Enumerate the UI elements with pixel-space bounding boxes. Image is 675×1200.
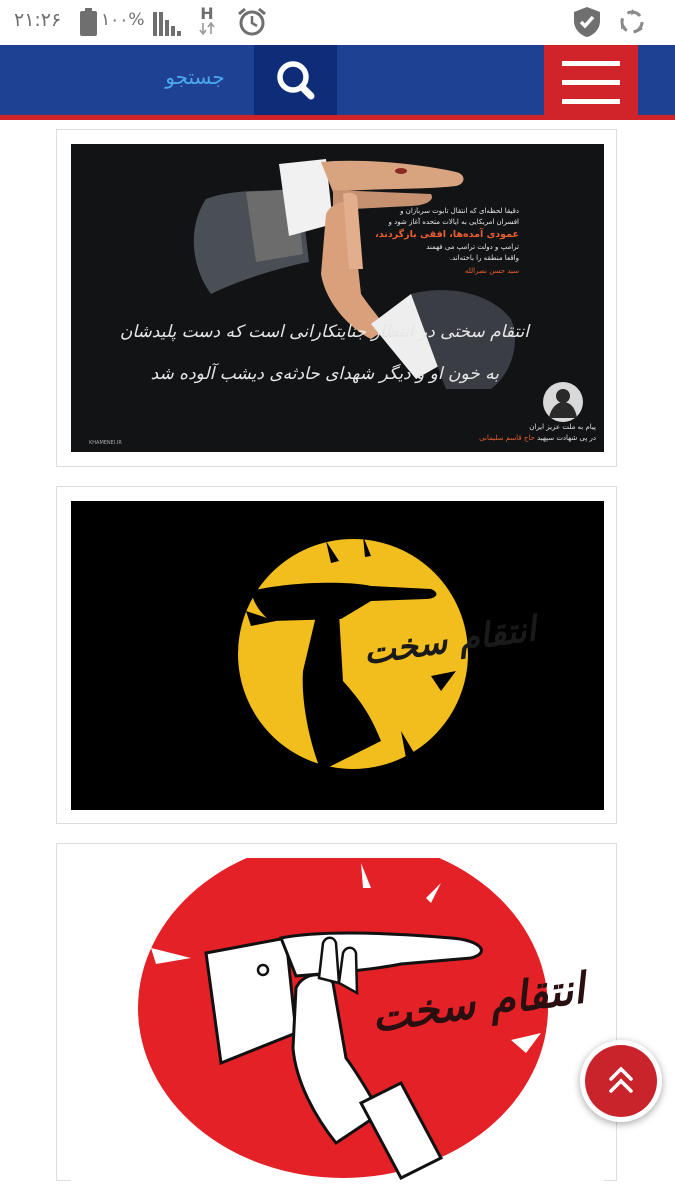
search-icon [277, 61, 315, 100]
poster-handwriting-line: به خون او و دیگر شهدای حادثه‌ی دیشب آلود… [150, 364, 499, 384]
alarm-icon [238, 7, 266, 36]
poster-image-3: انتقام سخت [71, 858, 604, 1182]
poster-image-2: انتقام سخت [71, 501, 604, 810]
poster-caption-line: پیام به ملت عزیز ایران [529, 423, 596, 431]
poster-text-line: واقعا منطقه را باخته‌اند. [449, 254, 519, 262]
poster-caption-line-2: در پی شهادت سپهبد حاج قاسم سلیمانی [479, 434, 596, 442]
poster-caption-name: حاج قاسم سلیمانی [479, 434, 535, 442]
status-time: ۲۱:۲۶ [14, 9, 62, 31]
poster-text-line: افسران امریکایی به ایالات متحده آغاز شود… [388, 218, 519, 226]
poster-highlight-text: عمودی آمده‌ها، افقی بازگردند، [375, 229, 519, 240]
shield-check-icon [574, 7, 600, 37]
double-chevron-up-icon [609, 1066, 633, 1093]
svg-text:H: H [200, 4, 213, 23]
poster-handwriting-line: انتقام سختی در انتظار جنایتکارانی است که… [119, 322, 529, 342]
poster-caption-prefix: در پی شهادت سپهبد [537, 434, 596, 442]
scroll-to-top-button[interactable] [580, 1040, 662, 1122]
battery-icon [80, 8, 97, 36]
battery-percent: ۱۰۰% [101, 10, 145, 30]
post-card-1[interactable]: دقیقا لحظه‌ای که انتقال تابوت سربازان و … [56, 129, 617, 467]
menu-button[interactable] [544, 45, 638, 120]
poster-text-line: دقیقا لحظه‌ای که انتقال تابوت سربازان و [400, 207, 519, 215]
yellow-circle-hands-illustration [238, 536, 468, 771]
search-label[interactable]: جستجو [150, 65, 240, 89]
post-card-2[interactable]: انتقام سخت [56, 486, 617, 824]
recycle-icon [620, 9, 644, 34]
h-network-icon: H [199, 4, 215, 36]
leader-portrait-logo [543, 382, 583, 422]
poster-image-1: دقیقا لحظه‌ای که انتقال تابوت سربازان و … [71, 144, 604, 452]
poster-quote-author: سید حسن نصرالله [464, 267, 519, 275]
site-logo-text: KHAMENEI.IR [89, 440, 122, 446]
post-card-3[interactable]: انتقام سخت [56, 843, 617, 1182]
search-button[interactable] [254, 45, 337, 115]
signal-icon [153, 12, 181, 36]
status-bar: ۲۱:۲۶ ۱۰۰% H [0, 0, 675, 45]
poster-text-line: ترامپ و دولت ترامپ می فهمند [426, 243, 519, 251]
crossed-hands-illustration [193, 159, 515, 389]
